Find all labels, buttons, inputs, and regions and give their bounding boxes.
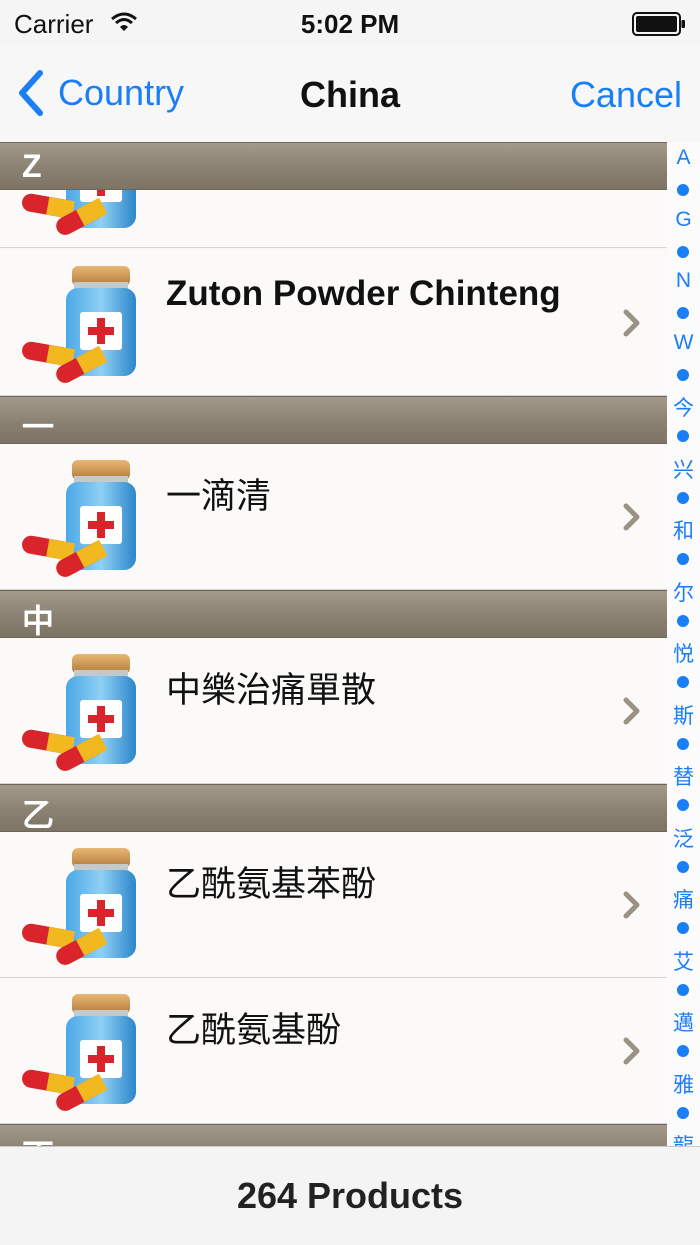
section-header: 一 — [0, 396, 667, 445]
medicine-bottle-pills-icon — [18, 990, 142, 1114]
index-item[interactable]: A — [667, 146, 700, 170]
index-dot[interactable] — [677, 983, 689, 996]
medicine-bottle-pills-icon — [18, 456, 142, 580]
index-dot[interactable] — [677, 491, 689, 504]
section-header: Z — [0, 142, 667, 190]
index-item[interactable]: 今 — [667, 392, 700, 422]
index-item[interactable]: W — [667, 331, 700, 355]
row-title: 中樂治痛單散 — [166, 671, 377, 710]
list-item[interactable]: 中樂治痛單散 — [0, 638, 667, 784]
row-title: 一滴清 — [166, 477, 272, 516]
list-item[interactable]: 乙酰氨基苯酚 — [0, 832, 667, 978]
list-item[interactable]: Zuton Powder Chinteng — [0, 250, 667, 396]
chevron-right-icon — [623, 1037, 640, 1065]
index-dot[interactable] — [677, 307, 689, 319]
section-title: 乙 — [22, 797, 55, 833]
row-title: 乙酰氨基酚 — [166, 1011, 342, 1050]
footer-toolbar: 264 Products — [0, 1146, 700, 1245]
index-item[interactable]: N — [667, 269, 700, 293]
index-item[interactable]: 尔 — [667, 577, 700, 607]
index-item[interactable]: 泛 — [667, 823, 700, 853]
chevron-right-icon — [623, 697, 640, 725]
index-dot[interactable] — [677, 553, 689, 565]
section-title: Z — [22, 148, 42, 184]
list-item[interactable]: 乙酰氨基酚 — [0, 978, 667, 1124]
index-dot[interactable] — [677, 614, 689, 627]
chevron-right-icon — [623, 309, 640, 337]
clock: 5:02 PM — [300, 9, 400, 39]
index-dot[interactable] — [677, 245, 689, 258]
row-title: 乙酰氨基苯酚 — [166, 865, 377, 904]
index-item[interactable]: 斯 — [667, 700, 700, 730]
section-header: 中 — [0, 590, 667, 639]
chevron-right-icon — [623, 503, 640, 531]
status-bar: Carrier 5:02 PM — [0, 0, 700, 46]
section-header: 丁 — [0, 1124, 667, 1146]
index-item[interactable]: 悦 — [667, 638, 700, 668]
medicine-bottle-pills-icon — [18, 262, 142, 386]
row-title: Zuton Powder Chinteng — [166, 274, 561, 313]
index-item[interactable]: 痛 — [667, 884, 700, 914]
index-dot[interactable] — [677, 922, 689, 934]
index-dot[interactable] — [677, 676, 689, 688]
section-title: 一 — [22, 409, 55, 445]
index-dot[interactable] — [677, 737, 689, 750]
index-dot[interactable] — [677, 1106, 689, 1119]
index-dot[interactable] — [677, 860, 689, 873]
navigation-bar: Country China Cancel — [0, 46, 700, 143]
index-item[interactable]: 兴 — [667, 454, 700, 484]
section-index[interactable]: AGNW今兴和尔悦斯替泛痛艾邁雅龍 — [667, 142, 700, 1158]
section-header: 乙 — [0, 784, 667, 833]
index-item[interactable]: 邁 — [667, 1007, 700, 1037]
index-item[interactable]: 替 — [667, 761, 700, 791]
chevron-right-icon — [623, 891, 640, 919]
product-count: 264 Products — [236, 1175, 464, 1216]
product-list[interactable]: Z Zuton Powder Chinteng 一 一滴清 中 中樂治痛單散 乙… — [0, 142, 667, 1146]
section-title: 中 — [22, 603, 55, 639]
index-item[interactable]: 雅 — [667, 1069, 700, 1099]
medicine-bottle-pills-icon — [18, 844, 142, 968]
index-dot[interactable] — [677, 368, 689, 381]
index-item[interactable]: G — [667, 208, 700, 232]
index-item[interactable]: 和 — [667, 515, 700, 545]
index-dot[interactable] — [677, 184, 689, 196]
index-dot[interactable] — [677, 430, 689, 442]
index-item[interactable]: 艾 — [667, 946, 700, 976]
index-dot[interactable] — [677, 799, 689, 811]
cancel-button[interactable]: Cancel — [570, 74, 682, 116]
medicine-bottle-pills-icon — [18, 650, 142, 774]
index-dot[interactable] — [677, 1045, 689, 1057]
battery-icon — [632, 12, 685, 36]
section-title: 丁 — [22, 1130, 54, 1146]
list-item[interactable]: 一滴清 — [0, 444, 667, 590]
